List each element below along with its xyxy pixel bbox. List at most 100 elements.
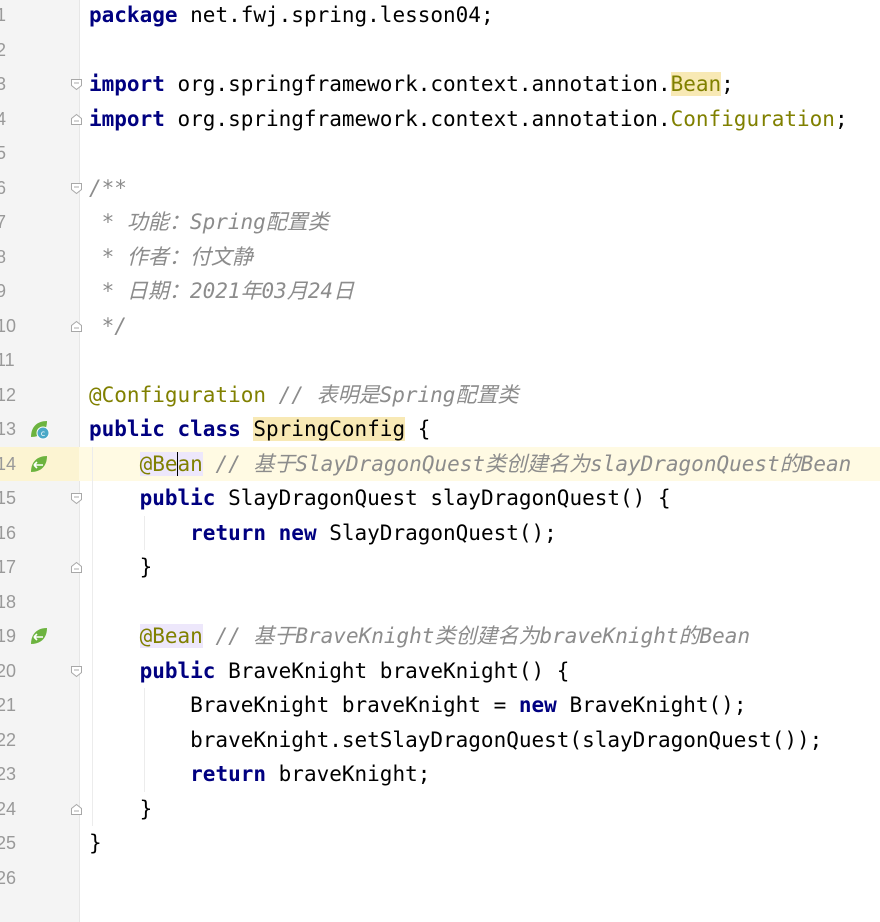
line-number: 12 (0, 384, 17, 405)
code-text[interactable]: public BraveKnight braveKnight() { (89, 654, 570, 689)
code-line[interactable]: 10 */ (0, 309, 880, 344)
gutter-cell[interactable]: 9 (0, 274, 79, 309)
code-text[interactable]: import org.springframework.context.annot… (89, 102, 848, 137)
gutter-cell[interactable]: 17 (0, 550, 79, 585)
code-line[interactable]: 15 public SlayDragonQuest slayDragonQues… (0, 481, 880, 516)
code-text[interactable]: @Bean // 基于BraveKnight类创建名为braveKnight的B… (89, 619, 750, 654)
code-text[interactable]: return new SlayDragonQuest(); (89, 516, 557, 551)
code-line[interactable]: 26 (0, 861, 880, 896)
spring-bean-navigate-icon[interactable] (28, 453, 50, 475)
code-text[interactable]: * 日期：2021年03月24日 (89, 274, 354, 309)
code-line[interactable]: 18 (0, 585, 880, 620)
code-token: SpringConfig (253, 417, 406, 441)
code-text[interactable]: public class SpringConfig { (89, 412, 430, 447)
gutter-cell[interactable]: 21 (0, 688, 79, 723)
code-text[interactable]: } (89, 550, 153, 585)
line-number: 16 (0, 522, 17, 543)
code-text[interactable]: public SlayDragonQuest slayDragonQuest()… (89, 481, 671, 516)
code-line[interactable]: 9 * 日期：2021年03月24日 (0, 274, 880, 309)
code-line[interactable]: 21 BraveKnight braveKnight = new BraveKn… (0, 688, 880, 723)
line-number: 21 (0, 695, 17, 715)
code-editor[interactable]: 1 package net.fwj.spring.lesson04; 2 3 impor… (0, 0, 880, 922)
code-token: * 作者：付文静 (89, 244, 253, 269)
code-line[interactable]: 16 return new SlayDragonQuest(); (0, 516, 880, 551)
code-line[interactable]: 20 public BraveKnight braveKnight() { (0, 654, 880, 689)
gutter-cell[interactable]: 2 (0, 33, 79, 68)
fold-close-icon[interactable] (70, 113, 83, 126)
gutter-cell[interactable]: 23 (0, 757, 79, 792)
line-number: 23 (0, 764, 17, 784)
code-text[interactable]: import org.springframework.context.annot… (89, 67, 734, 102)
gutter-cell[interactable]: 25 (0, 826, 79, 861)
code-text[interactable]: } (89, 792, 153, 827)
code-token: } (89, 555, 153, 579)
code-text[interactable]: @Configuration // 表明是Spring配置类 (89, 378, 518, 413)
fold-open-icon[interactable] (70, 78, 83, 91)
code-token: BraveKnight(); (556, 693, 747, 717)
code-text[interactable]: braveKnight.setSlayDragonQuest(slayDrago… (89, 723, 822, 758)
fold-open-icon[interactable] (70, 182, 83, 195)
code-line[interactable]: 17 } (0, 550, 880, 585)
gutter-cell[interactable]: 5 (0, 136, 79, 171)
gutter-cell[interactable]: 26 (0, 861, 79, 896)
gutter-cell[interactable]: 3 (0, 67, 79, 102)
gutter-cell[interactable]: 11 (0, 343, 79, 378)
code-token: /** (89, 175, 127, 200)
gutter-cell[interactable]: 4 (0, 102, 79, 137)
code-line[interactable]: 13 public class SpringConfig { (0, 412, 880, 447)
code-line[interactable]: 5 (0, 136, 880, 171)
gutter-cell[interactable]: 6 (0, 171, 79, 206)
spring-config-icon[interactable]: c (28, 418, 50, 440)
fold-open-icon[interactable] (70, 492, 83, 505)
code-line[interactable]: 3 import org.springframework.context.anno… (0, 67, 880, 102)
code-text[interactable]: @Bean // 基于SlayDragonQuest类创建名为slayDrago… (89, 447, 851, 482)
gutter-cell[interactable]: 15 (0, 481, 79, 516)
line-number: 22 (0, 729, 17, 750)
code-line[interactable]: 4 import org.springframework.context.anno… (0, 102, 880, 137)
code-line[interactable]: 8 * 作者：付文静 (0, 240, 880, 275)
gutter-cell[interactable]: 24 (0, 792, 79, 827)
code-line[interactable]: 23 return braveKnight; (0, 757, 880, 792)
code-token: public class (89, 417, 241, 441)
gutter-cell[interactable]: 18 (0, 585, 79, 620)
code-line[interactable]: 7 * 功能：Spring配置类 (0, 205, 880, 240)
code-token: ; (721, 72, 734, 96)
code-text[interactable]: BraveKnight braveKnight = new BraveKnigh… (89, 688, 746, 723)
code-text[interactable]: return braveKnight; (89, 757, 430, 792)
gutter-cell[interactable]: 22 (0, 723, 79, 758)
code-text[interactable]: package net.fwj.spring.lesson04; (89, 0, 494, 33)
code-line[interactable]: 12 @Configuration // 表明是Spring配置类 (0, 378, 880, 413)
gutter-cell[interactable]: 8 (0, 240, 79, 275)
gutter-cell[interactable]: 7 (0, 205, 79, 240)
code-line[interactable]: 19 @Bean // 基于BraveKnight类创建名为braveKnigh… (0, 619, 880, 654)
code-line[interactable]: 11 (0, 343, 880, 378)
fold-close-icon[interactable] (70, 320, 83, 333)
code-text[interactable]: } (89, 826, 102, 861)
code-line[interactable]: 2 (0, 33, 880, 68)
code-text[interactable]: * 作者：付文静 (89, 240, 253, 275)
code-token: return (190, 762, 267, 786)
code-token: // 表明是Spring配置类 (266, 382, 519, 407)
code-text[interactable]: * 功能：Spring配置类 (89, 205, 329, 240)
gutter-cell[interactable]: 12 (0, 378, 79, 413)
spring-bean-icon[interactable] (28, 625, 50, 647)
code-line[interactable]: 22 braveKnight.setSlayDragonQuest(slayDr… (0, 723, 880, 758)
fold-close-icon[interactable] (70, 803, 83, 816)
code-line[interactable]: 25} (0, 826, 880, 861)
gutter-cell[interactable]: 16 (0, 516, 79, 551)
code-token: BraveKnight braveKnight() { (215, 658, 570, 683)
code-line[interactable]: 6 /** (0, 171, 880, 206)
code-token: @Bean (139, 624, 203, 648)
line-number: 8 (0, 246, 7, 267)
fold-close-icon[interactable] (70, 561, 83, 574)
gutter-cell[interactable]: 1 (0, 0, 79, 33)
code-line[interactable]: 1 package net.fwj.spring.lesson04; (0, 0, 880, 33)
gutter-cell[interactable]: 10 (0, 309, 79, 344)
code-line[interactable]: 24 } (0, 792, 880, 827)
fold-open-icon[interactable] (70, 665, 83, 678)
code-line[interactable]: 14 @Bean // 基于SlayDragonQuest类创建名为slayDr… (0, 446, 880, 482)
gutter-cell[interactable]: 20 (0, 654, 79, 689)
code-text[interactable]: /** (89, 171, 127, 206)
line-number: 3 (0, 74, 7, 94)
code-text[interactable]: */ (89, 309, 127, 344)
